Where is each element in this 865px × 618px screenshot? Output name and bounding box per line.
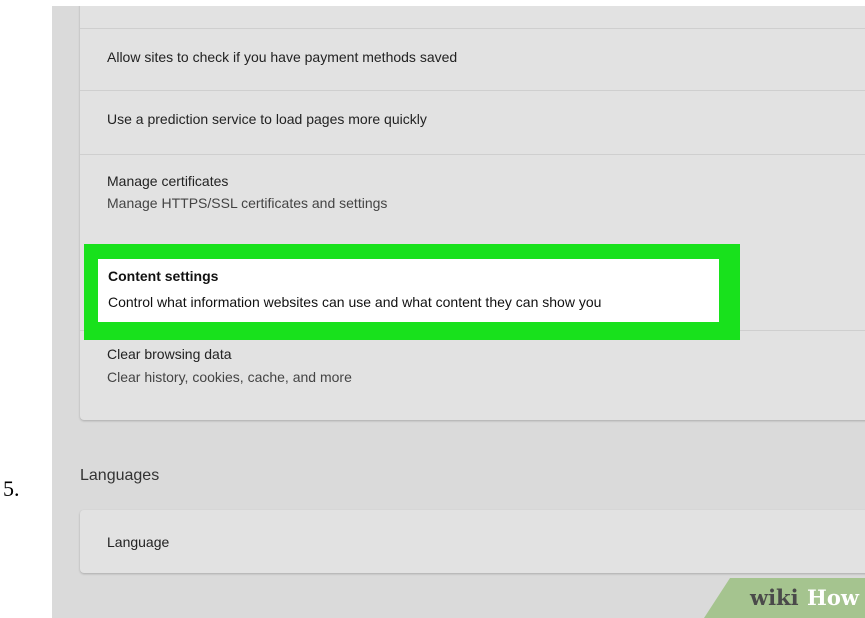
row-title: Clear browsing data [107, 346, 232, 362]
row-title: Content settings [108, 268, 219, 284]
settings-row-prediction-service[interactable]: Use a prediction service to load pages m… [80, 90, 865, 155]
row-title: Manage certificates [107, 173, 229, 189]
settings-row-content-settings[interactable]: Content settings Control what informatio… [98, 259, 719, 322]
content-settings-highlight: Content settings Control what informatio… [84, 244, 740, 340]
privacy-settings-card: Allow sites to check if you have payment… [80, 6, 865, 420]
row-subtitle: Control what information websites can us… [108, 294, 602, 310]
languages-card: Language [80, 510, 865, 573]
settings-row-manage-certificates[interactable]: Manage certificates Manage HTTPS/SSL cer… [80, 154, 865, 237]
settings-row-language[interactable]: Language [80, 510, 865, 573]
watermark-how-text: How [807, 585, 859, 610]
row-title: Language [107, 534, 170, 550]
row-subtitle: Clear history, cookies, cache, and more [107, 369, 352, 385]
settings-row-payment-methods[interactable]: Allow sites to check if you have payment… [80, 28, 865, 91]
step-number: 5. [3, 476, 20, 501]
row-title: Use a prediction service to load pages m… [107, 111, 427, 127]
languages-heading: Languages [80, 467, 160, 484]
wikihow-watermark-logo: wiki How [704, 578, 865, 618]
row-title: Allow sites to check if you have payment… [107, 49, 458, 65]
settings-row-clear-browsing-data[interactable]: Clear browsing data Clear history, cooki… [80, 330, 865, 421]
row-subtitle: Manage HTTPS/SSL certificates and settin… [107, 195, 388, 211]
chrome-settings-screenshot: Allow sites to check if you have payment… [52, 6, 865, 618]
watermark-wiki-text: wiki [750, 585, 799, 610]
